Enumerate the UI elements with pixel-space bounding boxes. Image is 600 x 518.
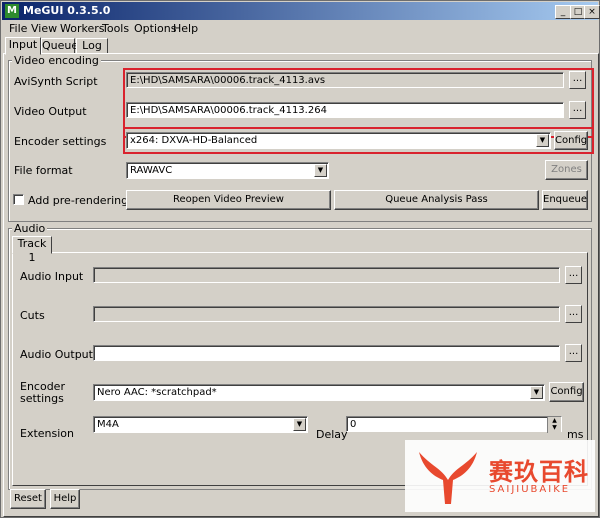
audio-title: Audio — [12, 222, 48, 235]
minimize-icon[interactable]: _ — [555, 5, 571, 19]
zones-button[interactable]: Zones — [545, 160, 588, 180]
audio-config-button[interactable]: Config — [549, 382, 584, 402]
enqueue-button[interactable]: Enqueue — [542, 190, 588, 210]
tab-queue[interactable]: Queue — [41, 38, 78, 54]
chevron-down-icon[interactable]: ▼ — [536, 134, 549, 147]
extension-label: Extension — [20, 427, 75, 440]
video-encoding-title: Video encoding — [12, 54, 101, 67]
avisynth-script-field[interactable]: E:\HD\SAMSARA\00006.track_4113.avs — [126, 72, 564, 88]
cuts-field[interactable] — [93, 306, 560, 322]
video-output-browse-button[interactable]: ... — [569, 101, 586, 119]
extension-value: M4A — [97, 419, 119, 430]
title-bar[interactable]: M MeGUI 0.3.5.0 _ □ × — [2, 2, 600, 20]
prerender-checkbox[interactable] — [13, 194, 24, 205]
chevron-down-icon[interactable]: ▼ — [293, 418, 306, 431]
video-output-field[interactable]: E:\HD\SAMSARA\00006.track_4113.264 — [126, 102, 564, 118]
audio-encoder-label-line-2: settings — [20, 392, 64, 405]
tab-input[interactable]: Input — [5, 37, 41, 55]
menu-workers[interactable]: Workers — [60, 22, 104, 35]
audio-input-browse-button[interactable]: ... — [565, 266, 582, 284]
chevron-down-icon[interactable]: ▼ — [314, 164, 327, 177]
audio-encoder-label: Encoder settings — [20, 381, 65, 405]
watermark-text: 赛玖百科 — [489, 458, 589, 486]
avisynth-script-label: AviSynth Script — [14, 75, 98, 88]
delay-label: Delay — [316, 428, 348, 441]
audio-output-browse-button[interactable]: ... — [565, 344, 582, 362]
video-encoder-select[interactable]: x264: DXVA-HD-Balanced ▼ — [126, 132, 551, 149]
video-config-button[interactable]: Config — [554, 131, 588, 150]
cuts-browse-button[interactable]: ... — [565, 305, 582, 323]
watermark-subtext: SAIJIUBAIKE — [489, 484, 571, 495]
menu-options[interactable]: Options — [134, 22, 176, 35]
reopen-preview-button[interactable]: Reopen Video Preview — [126, 190, 331, 210]
extension-select[interactable]: M4A ▼ — [93, 416, 308, 433]
megui-logo-icon: M — [5, 4, 19, 18]
menu-file[interactable]: File — [9, 22, 27, 35]
whale-tail-logo-icon — [419, 452, 477, 504]
file-format-select[interactable]: RAWAVC ▼ — [126, 162, 329, 179]
window-title: MeGUI 0.3.5.0 — [23, 4, 111, 17]
tab-track-1[interactable]: Track 1 — [12, 236, 52, 264]
audio-input-field[interactable] — [93, 267, 560, 283]
help-button[interactable]: Help — [50, 489, 80, 509]
menu-help[interactable]: Help — [173, 22, 198, 35]
spin-down-icon[interactable]: ▼ — [548, 424, 561, 431]
delay-spinner[interactable]: ▲ ▼ — [547, 417, 561, 433]
audio-encoder-select[interactable]: Nero AAC: *scratchpad* ▼ — [93, 384, 545, 401]
spin-up-icon[interactable]: ▲ — [548, 417, 561, 424]
audio-encoder-value: Nero AAC: *scratchpad* — [97, 387, 217, 398]
file-format-label: File format — [14, 164, 73, 177]
avisynth-browse-button[interactable]: ... — [569, 71, 586, 89]
tab-log[interactable]: Log — [76, 38, 108, 54]
encoder-settings-label: Encoder settings — [14, 135, 107, 148]
reset-button[interactable]: Reset — [10, 489, 46, 509]
audio-output-label: Audio Output — [20, 348, 93, 361]
delay-field[interactable]: 0 — [346, 416, 562, 432]
file-format-value: RAWAVC — [130, 165, 173, 176]
cuts-label: Cuts — [20, 309, 45, 322]
video-output-label: Video Output — [14, 105, 87, 118]
close-icon[interactable]: × — [584, 5, 600, 19]
watermark: 赛玖百科 SAIJIUBAIKE — [405, 440, 595, 512]
audio-output-field[interactable] — [93, 345, 560, 361]
menu-tools[interactable]: Tools — [102, 22, 129, 35]
queue-analysis-button[interactable]: Queue Analysis Pass — [334, 190, 539, 210]
video-encoder-value: x264: DXVA-HD-Balanced — [130, 135, 258, 146]
audio-input-label: Audio Input — [20, 270, 84, 283]
chevron-down-icon[interactable]: ▼ — [530, 386, 543, 399]
menu-view[interactable]: View — [31, 22, 57, 35]
